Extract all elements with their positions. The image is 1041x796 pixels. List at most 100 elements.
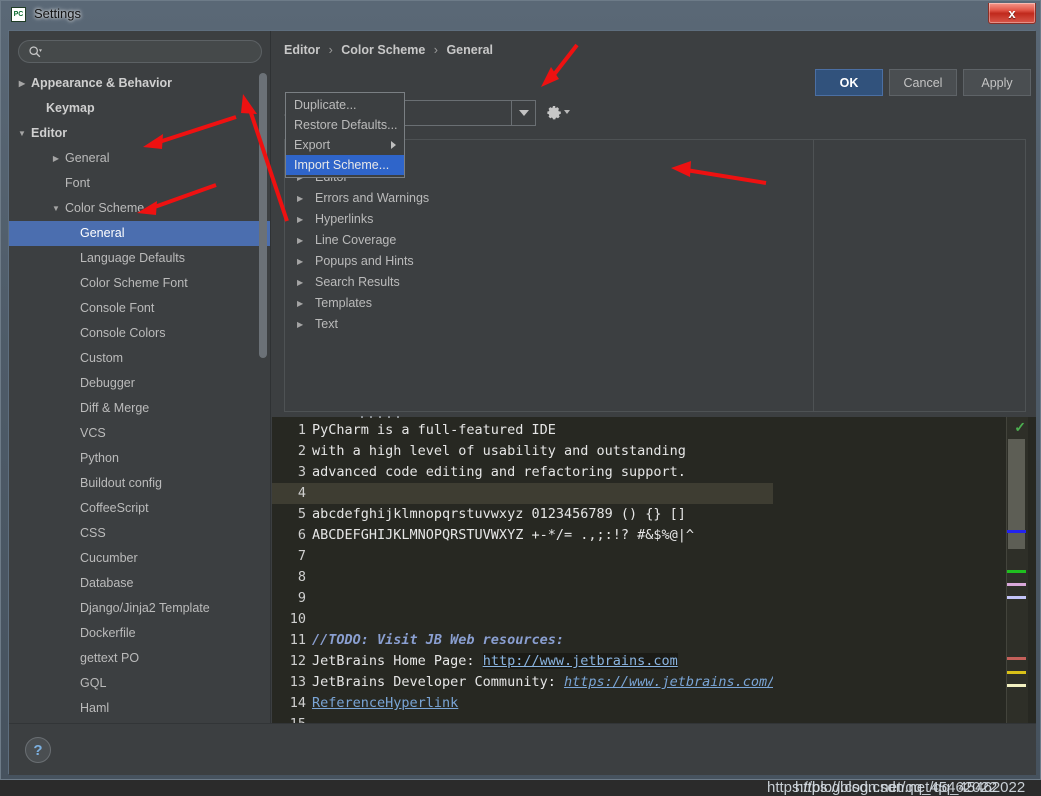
- breadcrumb: Editor › Color Scheme › General: [284, 43, 493, 57]
- color-category-label: Popups and Hints: [315, 254, 414, 268]
- chevron-right-icon[interactable]: ▶: [49, 146, 63, 171]
- settings-tree[interactable]: ▶ Appearance & Behavior Keymap ▼ Editor ▶ Gene…: [9, 71, 270, 723]
- color-category-label: Errors and Warnings: [315, 191, 430, 205]
- line-number: 12: [289, 653, 306, 669]
- sidebar-item-label: Haml: [80, 701, 110, 715]
- sidebar-item-diff-merge[interactable]: Diff & Merge: [9, 396, 270, 421]
- ok-button[interactable]: OK: [815, 69, 883, 96]
- apply-button[interactable]: Apply: [963, 69, 1031, 96]
- dialog-footer: ?: [9, 723, 1036, 775]
- sidebar-item-keymap[interactable]: Keymap: [9, 96, 270, 121]
- sidebar-scrollbar-thumb[interactable]: [259, 73, 267, 358]
- watermark-text: https://blog.csdn.net/qq_45462022: [795, 779, 1026, 796]
- sidebar-item-django-jinja2-template[interactable]: Django/Jinja2 Template: [9, 596, 270, 621]
- chevron-right-icon[interactable]: ▶: [297, 188, 303, 209]
- sidebar-item-coffeescript[interactable]: CoffeeScript: [9, 496, 270, 521]
- line-text-plain: JetBrains Home Page:: [312, 653, 483, 669]
- breadcrumb-item-general: General: [446, 43, 494, 57]
- color-settings-detail-panel: [814, 139, 1026, 412]
- sidebar-item-debugger[interactable]: Debugger: [9, 371, 270, 396]
- sidebar-item-cucumber[interactable]: Cucumber: [9, 546, 270, 571]
- menu-item-export[interactable]: Export: [286, 135, 404, 155]
- chevron-right-icon[interactable]: ▶: [15, 71, 29, 96]
- chevron-right-icon[interactable]: ▶: [297, 293, 303, 314]
- color-category-hyperlinks[interactable]: ▶ Hyperlinks: [285, 209, 813, 230]
- editor-hyperlink[interactable]: ReferenceHyperlink: [312, 695, 458, 711]
- sidebar-item-vcs[interactable]: VCS: [9, 421, 270, 446]
- sidebar-item-color-scheme-font[interactable]: Color Scheme Font: [9, 271, 270, 296]
- sidebar-item-general[interactable]: General: [9, 221, 270, 246]
- menu-item-restore-defaults[interactable]: Restore Defaults...: [286, 115, 404, 135]
- color-category-errors-and-warnings[interactable]: ▶ Errors and Warnings: [285, 188, 813, 209]
- chevron-down-icon: [564, 110, 570, 114]
- breadcrumb-item-color-scheme[interactable]: Color Scheme: [341, 43, 425, 57]
- sidebar-item-general[interactable]: ▶ General: [9, 146, 270, 171]
- sidebar-item-gettext-po[interactable]: gettext PO: [9, 646, 270, 671]
- color-category-text[interactable]: ▶ Text: [285, 314, 813, 335]
- chevron-down-icon[interactable]: ▼: [49, 196, 63, 221]
- sidebar-item-appearance-behavior[interactable]: ▶ Appearance & Behavior: [9, 71, 270, 96]
- color-category-search-results[interactable]: ▶ Search Results: [285, 272, 813, 293]
- close-button[interactable]: x: [988, 3, 1036, 24]
- sidebar-item-console-font[interactable]: Console Font: [9, 296, 270, 321]
- sidebar-item-language-defaults[interactable]: Language Defaults: [9, 246, 270, 271]
- line-number: 10: [289, 611, 306, 627]
- chevron-down-icon[interactable]: ▼: [15, 121, 29, 146]
- chevron-down-icon[interactable]: [511, 101, 535, 125]
- chevron-right-icon[interactable]: ▶: [297, 272, 303, 293]
- breadcrumb-separator: ›: [433, 43, 438, 57]
- color-category-list[interactable]: ▶Code▶Editor▶Errors and Warnings▶Hyperli…: [284, 139, 814, 412]
- sidebar-item-label: Appearance & Behavior: [31, 76, 173, 90]
- color-category-popups-and-hints[interactable]: ▶ Popups and Hints: [285, 251, 813, 272]
- sidebar-item-python[interactable]: Python: [9, 446, 270, 471]
- chevron-right-icon[interactable]: ▶: [297, 230, 303, 251]
- sidebar-item-font[interactable]: Font: [9, 171, 270, 196]
- sidebar-item-gql[interactable]: GQL: [9, 671, 270, 696]
- scheme-settings-button[interactable]: [547, 101, 575, 123]
- color-category-templates[interactable]: ▶ Templates: [285, 293, 813, 314]
- color-category-label: Text: [315, 317, 338, 331]
- search-box[interactable]: [18, 40, 262, 63]
- sidebar-item-custom[interactable]: Custom: [9, 346, 270, 371]
- chevron-right-icon[interactable]: ▶: [297, 251, 303, 272]
- sidebar-item-label: Dockerfile: [80, 626, 136, 640]
- sidebar-item-database[interactable]: Database: [9, 571, 270, 596]
- chevron-right-icon[interactable]: ▶: [297, 209, 303, 230]
- line-text: PyCharm is a full-featured IDE: [312, 420, 556, 441]
- line-text: ABCDEFGHIJKLMNOPQRSTUVWXYZ +-*/= .,;:!? …: [312, 525, 694, 546]
- line-text: JetBrains Developer Community: https://w…: [312, 672, 824, 693]
- sidebar-item-haml[interactable]: Haml: [9, 696, 270, 721]
- settings-sidebar: ▶ Appearance & Behavior Keymap ▼ Editor ▶ Gene…: [9, 31, 271, 723]
- menu-item-duplicate[interactable]: Duplicate...: [286, 95, 404, 115]
- editor-overview-marker: [1007, 596, 1026, 599]
- sidebar-item-console-colors[interactable]: Console Colors: [9, 321, 270, 346]
- sidebar-item-label: Custom: [80, 351, 124, 365]
- sidebar-item-editor[interactable]: ▼ Editor: [9, 121, 270, 146]
- line-text-plain: ABCDEFGHIJKLMNOPQRSTUVWXYZ +-*/= .,;:!? …: [312, 527, 695, 543]
- sidebar-item-css[interactable]: CSS: [9, 521, 270, 546]
- sidebar-item-label: Keymap: [46, 101, 95, 115]
- sidebar-item-label: Python: [80, 451, 119, 465]
- help-button[interactable]: ?: [25, 737, 51, 763]
- search-input[interactable]: [47, 43, 253, 61]
- chevron-right-icon[interactable]: ▶: [297, 314, 303, 335]
- sidebar-item-buildout-config[interactable]: Buildout config: [9, 471, 270, 496]
- scheme-context-menu[interactable]: Duplicate... Restore Defaults... Export Imp…: [285, 92, 405, 178]
- editor-hyperlink[interactable]: http://www.jetbrains.com: [482, 653, 678, 669]
- line-number: 2: [297, 443, 306, 459]
- editor-overview-marker: [1007, 570, 1026, 573]
- settings-dialog: ▶ Appearance & Behavior Keymap ▼ Editor ▶ Gene…: [8, 30, 1036, 796]
- cancel-button[interactable]: Cancel: [889, 69, 957, 96]
- panel-splitter-handle[interactable]: [361, 414, 399, 419]
- line-text: //TODO: Visit JB Web resources:: [312, 630, 564, 651]
- line-number: 5: [297, 506, 306, 522]
- menu-item-import-scheme[interactable]: Import Scheme...: [286, 155, 404, 175]
- color-category-line-coverage[interactable]: ▶ Line Coverage: [285, 230, 813, 251]
- breadcrumb-separator: ›: [328, 43, 333, 57]
- sidebar-item-label: Console Colors: [80, 326, 166, 340]
- sidebar-item-dockerfile[interactable]: Dockerfile: [9, 621, 270, 646]
- sidebar-item-color-scheme[interactable]: ▼ Color Scheme: [9, 196, 270, 221]
- menu-item-label: Restore Defaults...: [294, 118, 398, 132]
- sidebar-item-label: CSS: [80, 526, 106, 540]
- breadcrumb-item-editor[interactable]: Editor: [284, 43, 320, 57]
